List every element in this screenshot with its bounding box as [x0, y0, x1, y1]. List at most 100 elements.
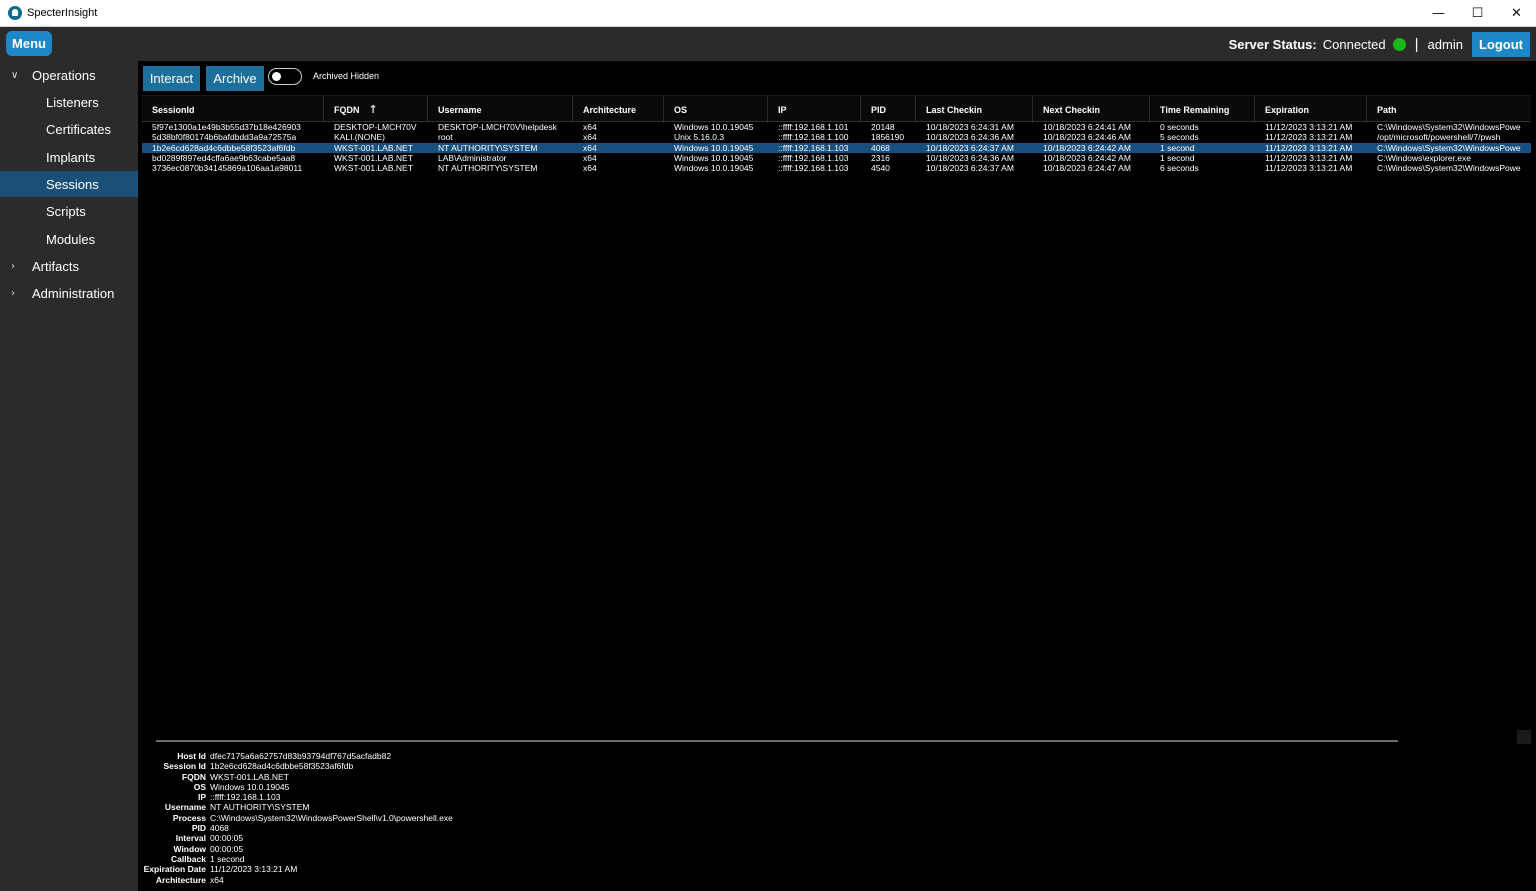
cell-architecture: x64 — [583, 122, 597, 132]
detail-row: FQDN WKST-001.LAB.NET — [138, 772, 738, 782]
cell-fqdn: WKST-001.LAB.NET — [334, 152, 413, 163]
detail-label: Username — [164, 802, 206, 813]
column-header-last-checkin[interactable]: Last Checkin — [916, 96, 1033, 123]
sidebar-group-administration[interactable]: › Administration — [0, 280, 138, 306]
cell-os: Windows 10.0.19045 — [674, 142, 754, 153]
minimize-icon[interactable]: — — [1419, 0, 1458, 27]
detail-row: Architecture x64 — [138, 875, 738, 885]
cell-time-remaining: 1 second — [1160, 142, 1195, 153]
sidebar-item-certificates[interactable]: Certificates — [0, 116, 138, 142]
column-header-pid[interactable]: PID — [861, 96, 916, 123]
cell-time-remaining: 6 seconds — [1160, 163, 1199, 174]
detail-label: Session Id — [163, 761, 206, 772]
cell-architecture: x64 — [583, 163, 597, 174]
menu-button[interactable]: Menu — [6, 31, 52, 56]
window-controls: — ☐ ✕ — [1419, 0, 1536, 27]
cell-fqdn: KALI.(NONE) — [334, 132, 386, 143]
column-header-path[interactable]: Path — [1367, 96, 1531, 123]
detail-value: 1b2e6cd628ad4c6dbbe58f3523af6fdb — [210, 761, 354, 772]
interact-button[interactable]: Interact — [143, 66, 200, 91]
cell-ip: ::ffff:192.168.1.100 — [778, 132, 849, 143]
cell-pid: 20148 — [871, 122, 895, 132]
cell-fqdn: DESKTOP-LMCH70V — [334, 122, 417, 132]
sidebar-item-label: Scripts — [46, 203, 86, 219]
detail-row: Expiration Date 11/12/2023 3:13:21 AM — [138, 864, 738, 874]
cell-ip: ::ffff:192.168.1.101 — [778, 122, 849, 132]
table-row[interactable]: 1b2e6cd628ad4c6dbbe58f3523af6fdb WKST-001… — [142, 142, 1531, 153]
cell-os: Windows 10.0.19045 — [674, 163, 754, 174]
app-topbar: Menu Server Status: Connected | admin Lo… — [0, 27, 1536, 61]
main-panel: Interact Archive Archived Hidden Session… — [138, 61, 1536, 891]
column-header-time-remaining[interactable]: Time Remaining — [1150, 96, 1255, 123]
column-header-fqdn[interactable]: FQDN ↑ — [324, 96, 428, 123]
chevron-down-icon: ∨ — [11, 69, 19, 81]
detail-label: Expiration Date — [143, 864, 206, 875]
sidebar-group-artifacts[interactable]: › Artifacts — [0, 253, 138, 279]
cell-path: C:\Windows\System32\WindowsPowe — [1377, 163, 1521, 174]
sidebar-item-implants[interactable]: Implants — [0, 144, 138, 170]
sidebar-item-sessions[interactable]: Sessions — [0, 171, 138, 197]
cell-os: Unix 5.16.0.3 — [674, 132, 725, 143]
table-row[interactable]: bd0289f897ed4cffa6ae9b63cabe5aa8 WKST-001… — [142, 153, 1531, 163]
current-user: admin — [1427, 36, 1463, 52]
cell-last-checkin: 10/18/2023 6:24:37 AM — [926, 142, 1014, 153]
column-header-label: FQDN — [334, 104, 360, 115]
sidebar-item-label: Sessions — [46, 176, 99, 192]
detail-row: Username NT AUTHORITY\SYSTEM — [138, 802, 738, 812]
sidebar-item-scripts[interactable]: Scripts — [0, 198, 138, 224]
cell-path: C:\Windows\System32\WindowsPowe — [1377, 142, 1521, 153]
detail-row: IP::ffff:192.168.1.103 — [138, 792, 738, 802]
column-header-username[interactable]: Username — [428, 96, 573, 123]
maximize-icon[interactable]: ☐ — [1458, 0, 1497, 27]
cell-username: DESKTOP-LMCH70V\helpdesk — [438, 122, 557, 132]
splitter-divider[interactable] — [156, 740, 1398, 742]
detail-row: Interval 00:00:05 — [138, 833, 738, 843]
detail-label: Host Id — [177, 751, 206, 761]
table-row[interactable]: 5f97e1300a1e49b3b55d37b18e426903 DESKTOP-… — [142, 122, 1531, 132]
chevron-right-icon: › — [11, 260, 15, 272]
detail-value: ::ffff:192.168.1.103 — [210, 792, 281, 803]
archive-button[interactable]: Archive — [206, 66, 264, 91]
table-row[interactable]: 5d38bf0f80174b6bafdbdd3a9a72575a KALI.(NO… — [142, 132, 1531, 142]
cell-next-checkin: 10/18/2023 6:24:42 AM — [1043, 152, 1131, 163]
logout-button[interactable]: Logout — [1471, 31, 1530, 57]
status-separator: | — [1414, 35, 1419, 53]
cell-time-remaining: 5 seconds — [1160, 132, 1199, 143]
cell-path: C:\Windows\System32\WindowsPowe — [1377, 122, 1521, 132]
archived-hidden-toggle[interactable] — [268, 68, 302, 85]
scroll-corner — [1517, 730, 1531, 744]
cell-ip: ::ffff:192.168.1.103 — [778, 142, 849, 153]
sidebar-item-listeners[interactable]: Listeners — [0, 89, 138, 115]
status-indicator-icon — [1392, 37, 1406, 51]
cell-architecture: x64 — [583, 152, 597, 163]
sidebar-item-modules[interactable]: Modules — [0, 226, 138, 252]
detail-value: WKST-001.LAB.NET — [210, 771, 289, 782]
cell-username: root — [438, 132, 453, 143]
cell-ip: ::ffff:192.168.1.103 — [778, 163, 849, 174]
detail-row: Host Id dfec7175a6a62757d83b93794df767d5a… — [138, 751, 738, 761]
detail-label: IP — [197, 792, 206, 803]
cell-pid: 4068 — [871, 142, 890, 153]
detail-value: 00:00:05 — [210, 843, 244, 854]
column-header-ip[interactable]: IP — [768, 96, 861, 123]
window-title: SpecterInsight — [27, 7, 98, 19]
cell-ip: ::ffff:192.168.1.103 — [778, 152, 849, 163]
column-header-sessionid[interactable]: SessionId — [142, 96, 324, 123]
column-header-architecture[interactable]: Architecture — [573, 96, 664, 123]
cell-sessionid: 5d38bf0f80174b6bafdbdd3a9a72575a — [152, 132, 297, 143]
detail-label: OS — [193, 781, 206, 792]
table-row[interactable]: 3736ec0870b34145869a106aa1a98011 WKST-001… — [142, 163, 1531, 173]
sidebar-group-operations[interactable]: ∨ Operations — [0, 62, 138, 88]
sort-ascending-icon: ↑ — [368, 103, 378, 116]
window-titlebar: SpecterInsight — ☐ ✕ — [0, 0, 1536, 27]
close-icon[interactable]: ✕ — [1497, 0, 1536, 27]
sidebar-group-label: Artifacts — [32, 258, 79, 274]
detail-row: Window 00:00:05 — [138, 844, 738, 854]
table-header: SessionId FQDN ↑ Username Architecture O… — [142, 95, 1531, 123]
column-header-next-checkin[interactable]: Next Checkin — [1033, 96, 1150, 123]
detail-value: Windows 10.0.19045 — [210, 781, 290, 792]
column-header-os[interactable]: OS — [664, 96, 768, 123]
column-header-expiration[interactable]: Expiration — [1255, 96, 1367, 123]
cell-last-checkin: 10/18/2023 6:24:31 AM — [926, 122, 1014, 132]
session-details: Host Id dfec7175a6a62757d83b93794df767d5a… — [138, 751, 738, 885]
